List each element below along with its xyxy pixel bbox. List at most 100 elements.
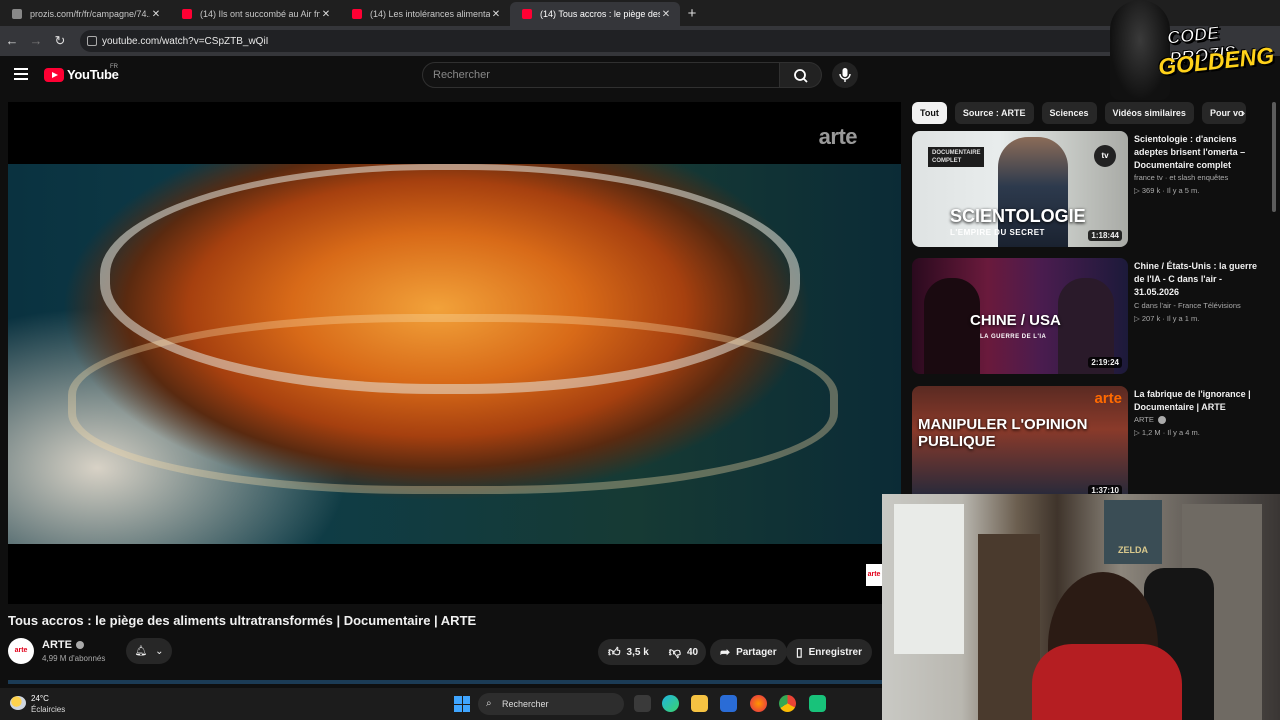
thumbnail-title: SCIENTOLOGIE	[950, 206, 1086, 226]
country-code: FR	[110, 64, 118, 70]
video-thumbnail[interactable]: DOCUMENTAIRE COMPLET tv SCIENTOLOGIE L'E…	[912, 131, 1128, 247]
windows-taskbar: 24°C Éclaircies ⌕ Rechercher	[0, 680, 882, 720]
browser-tab[interactable]: prozis.com/fr/fr/campagne/74.. ✕	[0, 2, 170, 26]
file-explorer-icon[interactable]	[691, 695, 708, 712]
recommendation-stats: ▷ 369 k · Il y a 5 m.	[1134, 186, 1200, 195]
tab-title: (14) Tous accros : le piège des a	[540, 9, 660, 19]
recommendation-channel[interactable]: ARTE	[1134, 415, 1166, 425]
youtube-header: YouTube FR Rechercher	[0, 56, 1280, 96]
webcam-poster: ZELDA	[1104, 500, 1162, 564]
weather-description[interactable]: Éclaircies	[31, 705, 65, 714]
browser-tab[interactable]: (14) Ils ont succombé au Air fry ✕	[170, 2, 340, 26]
tab-title: (14) Ils ont succombé au Air fry	[200, 9, 320, 19]
thumbnail-tag: DOCUMENTAIRE COMPLET	[928, 147, 984, 167]
share-label: Partager	[736, 646, 777, 658]
bell-icon: 🔔︎	[134, 645, 148, 657]
filter-chips: Tout Source : ARTE Sciences Vidéos simil…	[912, 102, 1246, 124]
recommendation-title[interactable]: Scientologie : d'anciens adeptes brisent…	[1134, 133, 1262, 172]
taskbar-search[interactable]: ⌕ Rechercher	[478, 693, 624, 715]
recommendation-title[interactable]: Chine / États-Unis : la guerre de l'IA -…	[1134, 260, 1262, 299]
thumbnail-subtitle: LA GUERRE DE L'IA	[980, 334, 1047, 340]
close-tab-icon[interactable]: ✕	[320, 9, 332, 20]
task-view-icon[interactable]	[634, 695, 651, 712]
chip-all[interactable]: Tout	[912, 102, 947, 124]
duration-badge: 1:37:10	[1088, 485, 1122, 494]
jar-band	[68, 314, 838, 494]
arte-logo: arte	[1094, 390, 1122, 407]
search-icon	[794, 69, 808, 83]
recommendation-stats: ▷ 207 k · Il y a 1 m.	[1134, 314, 1200, 323]
thumbnail-subtitle: L'EMPIRE DU SECRET	[950, 228, 1045, 237]
chip-related[interactable]: Vidéos similaires	[1104, 102, 1194, 124]
save-button[interactable]: ▯ Enregistrer	[786, 639, 872, 665]
new-tab-button[interactable]: +	[680, 2, 704, 26]
recommendation-channel[interactable]: C dans l'air - France Télévisions	[1134, 301, 1241, 310]
address-bar[interactable]: youtube.com/watch?v=CSpZTB_wQiI	[80, 30, 1120, 52]
windows-start-icon[interactable]	[454, 696, 470, 712]
chrome-icon[interactable]	[779, 695, 796, 712]
forward-arrow-icon[interactable]: →	[24, 29, 48, 53]
firefox-icon[interactable]	[750, 695, 767, 712]
close-tab-icon[interactable]: ✕	[490, 9, 502, 20]
browser-tab-active[interactable]: (14) Tous accros : le piège des a ✕	[510, 2, 680, 26]
video-thumbnail[interactable]: CHINE / USA LA GUERRE DE L'IA 2:19:24	[912, 258, 1128, 374]
verified-icon	[1157, 416, 1166, 425]
reload-icon[interactable]: ↻	[48, 29, 72, 53]
subscriber-count: 4,99 M d'abonnés	[42, 654, 106, 663]
search-input[interactable]: Rechercher	[422, 62, 780, 88]
youtube-logo[interactable]: YouTube FR	[44, 64, 119, 82]
browser-tab[interactable]: (14) Les intolérances alimentai ✕	[340, 2, 510, 26]
youtube-icon	[352, 9, 362, 19]
chip-source-arte[interactable]: Source : ARTE	[954, 102, 1034, 124]
notification-bell-button[interactable]: 🔔︎ ⌄	[126, 638, 172, 664]
taskbar-search-label: Rechercher	[502, 699, 549, 709]
channel-avatar[interactable]: arte	[8, 638, 34, 664]
browser-toolbar: ← → ↻ youtube.com/watch?v=CSpZTB_wQiI	[0, 26, 1280, 56]
video-player[interactable]: arte	[8, 102, 901, 604]
arte-watermark: arte	[818, 124, 858, 149]
like-dislike-group: 👍︎ 3,5 k 👎︎ 40	[598, 639, 706, 665]
menu-icon[interactable]	[14, 68, 28, 80]
save-label: Enregistrer	[808, 646, 862, 658]
france-tv-logo: tv	[1094, 145, 1116, 167]
streamer-overlay-logo: CODE PROZIS GOLDENG	[1110, 0, 1280, 100]
recommendation-channel[interactable]: france tv · et slash enquêtes	[1134, 173, 1228, 182]
recommendation-stats: ▷ 1,2 M · Il y a 4 m.	[1134, 428, 1200, 437]
chevron-down-icon: ⌄	[155, 645, 164, 657]
recommendation-card[interactable]: DOCUMENTAIRE COMPLET tv SCIENTOLOGIE L'E…	[912, 131, 1272, 251]
site-info-icon[interactable]	[87, 36, 97, 46]
chevron-right-icon[interactable]: ›	[1234, 104, 1252, 122]
tab-title: (14) Les intolérances alimentai	[370, 9, 490, 19]
dislike-count[interactable]: 40	[687, 647, 698, 658]
weather-icon[interactable]	[10, 696, 26, 710]
bookmark-icon: ▯	[796, 645, 803, 659]
app-icon[interactable]	[809, 695, 826, 712]
verified-icon	[75, 641, 84, 650]
thumbs-down-icon[interactable]: 👎︎	[669, 645, 681, 660]
screen: prozis.com/fr/fr/campagne/74.. ✕ (14) Il…	[0, 0, 1280, 720]
recommendation-title[interactable]: La fabrique de l'ignorance | Documentair…	[1134, 388, 1262, 414]
webcam-shelf	[978, 534, 1040, 720]
back-arrow-icon[interactable]: ←	[0, 29, 24, 53]
store-icon[interactable]	[720, 695, 737, 712]
voice-search-button[interactable]	[832, 62, 858, 88]
thumbs-up-icon[interactable]: 👍︎	[608, 645, 621, 660]
channel-name[interactable]: ARTE	[42, 639, 84, 651]
youtube-play-icon	[44, 67, 64, 82]
video-thumbnail[interactable]: arte MANIPULER L'OPINION PUBLIQUE 1:37:1…	[912, 386, 1128, 494]
duration-badge: 1:18:44	[1088, 230, 1122, 241]
microphone-icon	[839, 68, 851, 82]
share-button[interactable]: ➦ Partager	[710, 639, 787, 665]
video-frame-kimchi-jar	[8, 164, 901, 544]
weather-temperature[interactable]: 24°C	[31, 694, 49, 703]
close-tab-icon[interactable]: ✕	[150, 9, 162, 20]
channel-name-text: ARTE	[1134, 415, 1154, 424]
scrollbar[interactable]	[1272, 102, 1276, 212]
recommendation-card[interactable]: CHINE / USA LA GUERRE DE L'IA 2:19:24 Ch…	[912, 258, 1272, 378]
search-button[interactable]	[780, 62, 822, 88]
chip-sciences[interactable]: Sciences	[1041, 102, 1097, 124]
recommendation-card[interactable]: arte MANIPULER L'OPINION PUBLIQUE 1:37:1…	[912, 386, 1272, 506]
close-tab-icon[interactable]: ✕	[660, 9, 672, 20]
edge-icon[interactable]	[662, 695, 679, 712]
like-count[interactable]: 3,5 k	[627, 647, 649, 658]
